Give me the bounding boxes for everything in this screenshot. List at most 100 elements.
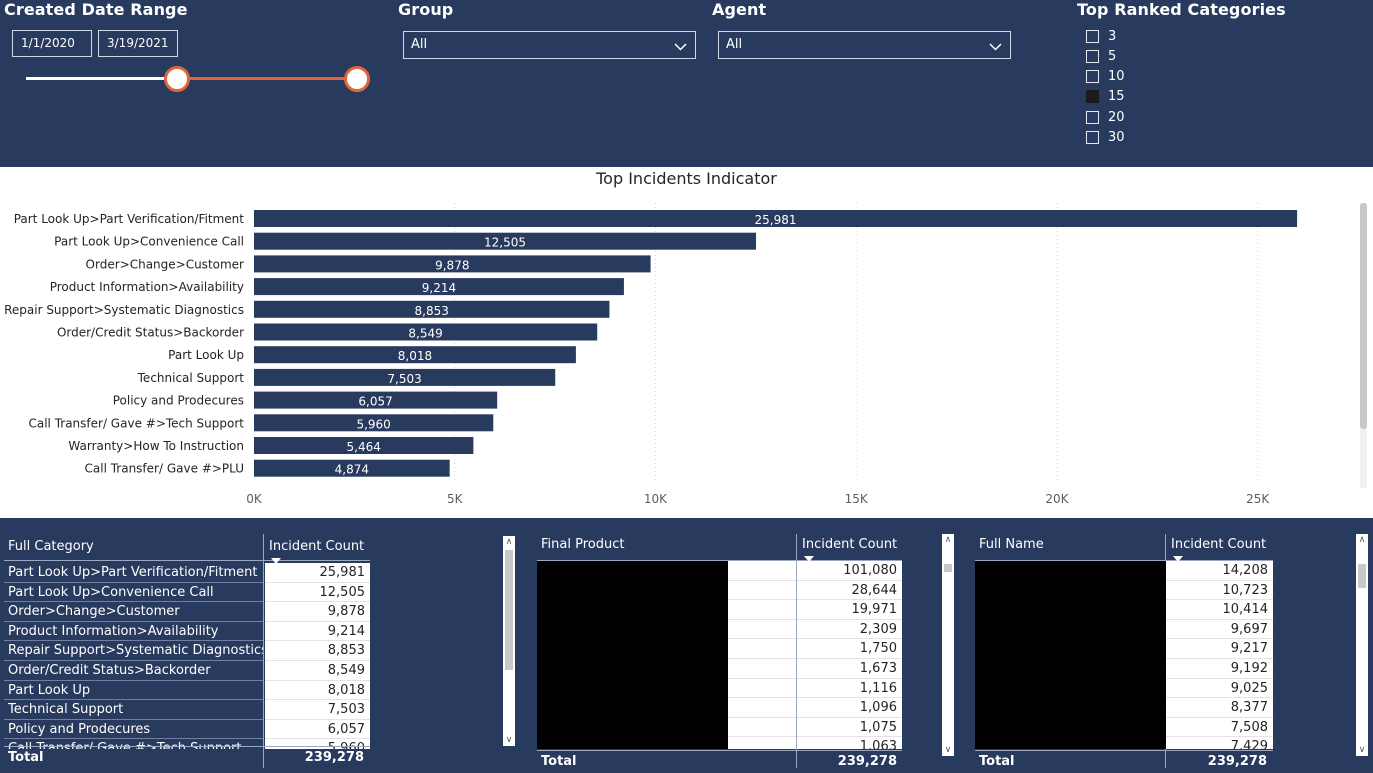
scroll-down-icon[interactable]: ∨	[1356, 744, 1368, 756]
table-row[interactable]: 101,080	[537, 561, 902, 581]
option-label: 3	[1108, 28, 1117, 44]
table-row[interactable]: Technical Support 7,503	[4, 700, 370, 720]
scroll-thumb[interactable]	[505, 550, 513, 670]
full-category-header[interactable]: Full Category	[4, 536, 263, 563]
table-row[interactable]: Part Look Up 8,018	[4, 680, 370, 701]
count-cell: 6,057	[265, 719, 370, 740]
end-date-input[interactable]: 3/19/2021	[98, 30, 178, 57]
x-tick-label: 15K	[845, 492, 869, 506]
scroll-thumb[interactable]	[1358, 564, 1366, 588]
checkbox[interactable]	[1086, 49, 1099, 63]
incident-count-header-label: Incident Count	[269, 539, 365, 554]
redacted-block	[537, 619, 728, 640]
data-label: 12,505	[484, 236, 526, 250]
table-row[interactable]: Order/Credit Status>Backorder 8,549	[4, 661, 370, 681]
count-cell: 1,750	[797, 639, 902, 659]
redacted-block	[537, 698, 728, 719]
table-row[interactable]: 1,750	[537, 639, 902, 660]
table-row[interactable]: 7,508	[975, 717, 1273, 738]
incident-count-header[interactable]: Incident Count	[798, 534, 902, 562]
table-row[interactable]: 19,971	[537, 600, 902, 621]
count-cell: 25,981	[265, 563, 370, 583]
table-row[interactable]: Part Look Up>Part Verification/Fitment 25…	[4, 563, 370, 583]
table-row[interactable]: 28,644	[537, 580, 902, 601]
checkbox[interactable]	[1086, 70, 1099, 84]
count-cell: 1,063	[797, 737, 902, 749]
top-ranked-option-20[interactable]: 20	[1086, 108, 1125, 126]
chevron-down-icon	[989, 43, 1002, 51]
data-label: 8,018	[398, 349, 432, 363]
full-name-header[interactable]: Full Name	[975, 534, 1165, 561]
table-row[interactable]: 1,116	[537, 678, 902, 699]
date-slider-start-handle[interactable]	[164, 66, 190, 92]
table-row[interactable]: 9,697	[975, 619, 1273, 640]
checkbox[interactable]	[1086, 131, 1099, 144]
count-cell: 12,505	[265, 582, 370, 603]
table-row[interactable]: 2,309	[537, 619, 902, 640]
redacted-block	[975, 639, 1166, 660]
table-row[interactable]: Policy and Prodecures 6,057	[4, 719, 370, 740]
table-row[interactable]: 9,025	[975, 678, 1273, 699]
incident-count-header-label: Incident Count	[1171, 537, 1267, 552]
table-row[interactable]: 10,723	[975, 580, 1273, 601]
final-product-header[interactable]: Final Product	[537, 534, 796, 561]
name-table-scrollbar[interactable]: ∧ ∨	[1356, 534, 1368, 756]
table-row[interactable]: 14,208	[975, 561, 1273, 581]
redacted-block	[975, 580, 1166, 601]
table-row[interactable]: 1,096	[537, 698, 902, 719]
category-label: Order>Change>Customer	[86, 257, 245, 271]
incident-count-header[interactable]: Incident Count	[265, 536, 370, 564]
date-slider-end-handle[interactable]	[344, 66, 370, 92]
data-label: 6,057	[358, 395, 392, 409]
top-ranked-option-5[interactable]: 5	[1086, 47, 1116, 65]
table-row[interactable]: Order>Change>Customer 9,878	[4, 602, 370, 622]
checkbox[interactable]	[1086, 29, 1099, 43]
count-cell: 1,673	[797, 659, 902, 679]
table-row[interactable]: 9,217	[975, 639, 1273, 660]
group-dropdown[interactable]: All	[403, 31, 696, 59]
table-row[interactable]: 7,429	[975, 737, 1273, 749]
table-row[interactable]: 1,673	[537, 659, 902, 679]
data-label: 9,214	[422, 281, 456, 295]
data-label: 7,503	[387, 372, 421, 386]
checkbox[interactable]	[1086, 90, 1099, 104]
name-table-header: Full Name Incident Count	[975, 534, 1273, 562]
x-tick-label: 10K	[644, 492, 668, 506]
data-label: 5,960	[356, 417, 390, 431]
start-date-input[interactable]: 1/1/2020	[12, 30, 92, 57]
scroll-up-icon[interactable]: ∧	[942, 534, 954, 546]
scroll-down-icon[interactable]: ∨	[503, 734, 515, 746]
table-row[interactable]: Product Information>Availability 9,214	[4, 621, 370, 642]
x-tick-label: 25K	[1246, 492, 1270, 506]
chart-scrollbar-thumb[interactable]	[1360, 203, 1367, 429]
table-row[interactable]: Part Look Up>Convenience Call 12,505	[4, 582, 370, 603]
scroll-up-icon[interactable]: ∧	[1356, 534, 1368, 546]
table-row[interactable]: 1,063	[537, 737, 902, 749]
agent-dropdown[interactable]: All	[718, 31, 1011, 59]
incident-count-header[interactable]: Incident Count	[1167, 534, 1273, 562]
table-row[interactable]: 8,377	[975, 698, 1273, 719]
table-row[interactable]: 9,192	[975, 659, 1273, 679]
redacted-block	[975, 717, 1166, 738]
category-label: Call Transfer/ Gave #>PLU	[85, 462, 245, 476]
date-slider-track	[26, 77, 178, 80]
category-cell: Part Look Up>Part Verification/Fitment	[4, 563, 263, 583]
top-ranked-option-15[interactable]: 15	[1086, 88, 1125, 106]
checkbox[interactable]	[1086, 110, 1099, 124]
scroll-thumb[interactable]	[944, 564, 952, 572]
count-cell: 9,878	[265, 602, 370, 622]
top-ranked-option-10[interactable]: 10	[1086, 68, 1125, 86]
agent-selected: All	[726, 37, 743, 52]
count-cell: 9,217	[1166, 639, 1273, 659]
table-row[interactable]: 10,414	[975, 600, 1273, 621]
table-row[interactable]: 1,075	[537, 717, 902, 738]
category-table-scrollbar[interactable]: ∧ ∨	[503, 536, 515, 746]
table-row[interactable]: Repair Support>Systematic Diagnostics 8,8…	[4, 641, 370, 661]
top-ranked-option-3[interactable]: 3	[1086, 27, 1116, 45]
scroll-up-icon[interactable]: ∧	[503, 536, 515, 548]
product-table-scrollbar[interactable]: ∧ ∨	[942, 534, 954, 756]
scroll-down-icon[interactable]: ∨	[942, 744, 954, 756]
top-ranked-option-30[interactable]: 30	[1086, 129, 1125, 147]
count-cell: 10,414	[1166, 600, 1273, 620]
category-label: Warranty>How To Instruction	[68, 439, 244, 453]
